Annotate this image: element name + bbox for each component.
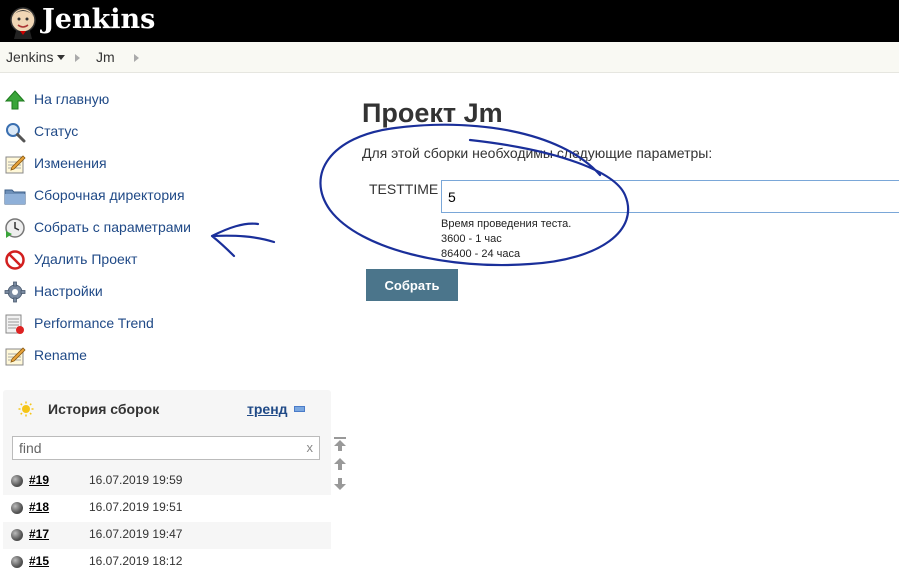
jenkins-butler-icon[interactable]	[6, 5, 40, 39]
notepad-icon	[5, 347, 26, 366]
build-number-link[interactable]: #15	[29, 554, 49, 568]
chevron-right-icon	[75, 54, 80, 62]
scroll-down-icon[interactable]	[332, 477, 348, 491]
gear-icon	[4, 281, 26, 303]
sidebar-item-rename[interactable]: Rename	[4, 344, 214, 368]
sidebar-item-label[interactable]: Сборочная директория	[34, 187, 185, 203]
build-date[interactable]: 16.07.2019 18:12	[89, 554, 182, 568]
build-search-input[interactable]	[19, 439, 289, 457]
sidebar-item-home[interactable]: На главную	[4, 88, 214, 112]
build-status-ball-icon	[11, 475, 23, 487]
breadcrumb-jm[interactable]: Jm	[96, 49, 115, 65]
help-line: 86400 - 24 часа	[441, 248, 521, 260]
sidebar-item-label[interactable]: Rename	[34, 347, 87, 363]
build-row: #15 16.07.2019 18:12	[3, 549, 331, 576]
header-bar: Jenkins	[0, 0, 899, 42]
scroll-to-top-icon[interactable]	[332, 437, 348, 451]
param-label-testtime: TESTTIME	[369, 181, 439, 197]
build-status-ball-icon	[11, 529, 23, 541]
parameters-description: Для этой сборки необходимы следующие пар…	[362, 145, 713, 161]
chevron-right-icon	[134, 54, 139, 62]
sidebar-item-workspace[interactable]: Сборочная директория	[4, 184, 214, 208]
sidebar-item-label[interactable]: Удалить Проект	[34, 251, 137, 267]
build-status-ball-icon	[11, 502, 23, 514]
sidebar-item-delete-project[interactable]: Удалить Проект	[4, 248, 214, 272]
sidebar-item-label[interactable]: На главную	[34, 91, 109, 107]
up-arrow-icon	[4, 90, 26, 110]
sidebar-item-status[interactable]: Статус	[4, 120, 214, 144]
notepad-icon	[5, 155, 26, 174]
sidebar-item-label[interactable]: Настройки	[34, 283, 103, 299]
build-row: #18 16.07.2019 19:51	[3, 495, 331, 522]
magnifier-icon	[6, 123, 26, 143]
sidebar-item-label[interactable]: Собрать с параметрами	[34, 219, 191, 235]
sidebar-item-build-with-parameters[interactable]: Собрать с параметрами	[4, 216, 214, 240]
build-date[interactable]: 16.07.2019 19:51	[89, 500, 182, 514]
build-date[interactable]: 16.07.2019 19:47	[89, 527, 182, 541]
help-line: Время проведения теста.	[441, 218, 572, 230]
testtime-input[interactable]	[441, 180, 899, 213]
build-history-title: История сборок	[48, 401, 160, 417]
clear-search-icon[interactable]: x	[307, 440, 314, 455]
build-button[interactable]: Собрать	[366, 269, 458, 301]
annotation-arrow	[210, 222, 276, 258]
breadcrumb-jenkins[interactable]: Jenkins	[6, 49, 53, 65]
trend-link[interactable]: тренд	[247, 401, 288, 417]
sidebar-item-label[interactable]: Performance Trend	[34, 315, 154, 331]
build-number-link[interactable]: #18	[29, 500, 49, 514]
build-row: #17 16.07.2019 19:47	[3, 522, 331, 549]
build-date[interactable]: 16.07.2019 19:59	[89, 473, 182, 487]
build-row: #19 16.07.2019 19:59	[3, 468, 331, 495]
chart-icon	[5, 314, 24, 334]
scroll-up-icon[interactable]	[332, 457, 348, 471]
build-number-link[interactable]: #17	[29, 527, 49, 541]
sidebar-item-configure[interactable]: Настройки	[4, 280, 214, 304]
clock-play-icon	[5, 218, 25, 238]
param-help-text: Время проведения теста. 3600 - 1 час 864…	[441, 217, 571, 262]
sidebar-item-label[interactable]: Изменения	[34, 155, 107, 171]
build-status-ball-icon	[11, 556, 23, 568]
no-entry-icon	[5, 250, 25, 270]
help-line: 3600 - 1 час	[441, 233, 502, 245]
build-number-link[interactable]: #19	[29, 473, 49, 487]
trend-bar-icon[interactable]	[294, 406, 305, 412]
sidebar-item-changes[interactable]: Изменения	[4, 152, 214, 176]
sun-icon	[18, 401, 34, 417]
breadcrumb: Jenkins Jm	[0, 42, 899, 73]
folder-icon	[4, 189, 26, 205]
page-title: Проект Jm	[362, 98, 503, 128]
chevron-down-icon[interactable]	[57, 55, 65, 60]
build-search-box: x	[12, 436, 320, 460]
jenkins-logo-text[interactable]: Jenkins	[42, 3, 155, 37]
sidebar-item-performance-trend[interactable]: Performance Trend	[4, 312, 214, 336]
sidebar-item-label[interactable]: Статус	[34, 123, 78, 139]
